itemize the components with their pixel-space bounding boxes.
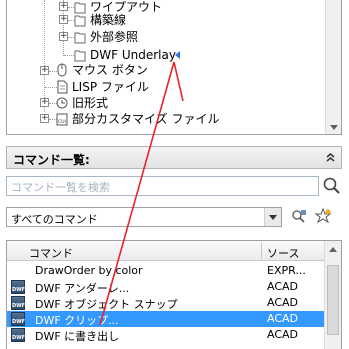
column-header-source[interactable]: ソース (267, 245, 299, 261)
command-list-header: コマンド一覧: (6, 146, 342, 169)
table-row[interactable]: DrawOrder by color EXPR... (7, 263, 326, 279)
blank-icon (11, 264, 25, 278)
search-icon[interactable] (322, 176, 342, 196)
customization-tree[interactable]: + ワイプアウト + 構築線 + 外部参照 DWF Underlay + マウス… (6, 0, 342, 135)
column-header-command[interactable]: コマンド (29, 245, 73, 261)
expand-toggle[interactable]: + (59, 2, 68, 11)
command-source: ACAD (267, 328, 299, 341)
dwf-icon: DWF (11, 280, 25, 294)
lisp-file-icon (57, 80, 68, 94)
pointer-marker-icon (175, 51, 180, 59)
folder-icon (74, 15, 86, 27)
command-source: EXPR... (267, 264, 306, 277)
command-source: ACAD (267, 280, 299, 293)
command-source: ACAD (267, 296, 299, 309)
command-list[interactable]: コマンド ソース DrawOrder by color EXPR... DWF … (6, 240, 342, 349)
table-row-selected[interactable]: DWF DWF クリップ... ACAD (7, 311, 326, 327)
tree-item-label[interactable]: 構築線 (90, 13, 126, 27)
table-row[interactable]: DWF DWF に書き出し ACAD (7, 327, 326, 343)
clock-icon (56, 97, 68, 109)
filter-value: すべてのコマンド (11, 213, 98, 226)
list-scrollbar[interactable] (324, 241, 341, 349)
svg-text:CUI: CUI (58, 119, 66, 125)
command-name: DWF に書き出し (35, 330, 120, 343)
table-row[interactable]: DWF DWF オブジェクト スナップ ACAD (7, 295, 326, 311)
folder-icon (74, 2, 86, 14)
scroll-down-icon[interactable] (330, 125, 338, 130)
tree-item-label[interactable]: ワイプアウト (90, 0, 162, 14)
find-command-icon[interactable] (289, 207, 309, 227)
scroll-up-icon[interactable] (329, 247, 337, 252)
command-name: DWF アンダーレ... (35, 282, 130, 295)
tree-item-label[interactable]: 部分カスタマイズ ファイル (72, 112, 219, 126)
column-divider[interactable] (261, 243, 262, 259)
tree-item-label-dwf-underlay[interactable]: DWF Underlay (90, 48, 176, 62)
panel-title: コマンド一覧: (13, 153, 90, 167)
command-name: DrawOrder by color (35, 264, 143, 277)
chevron-down-icon (269, 215, 277, 220)
tree-item-label[interactable]: 旧形式 (72, 96, 108, 110)
list-header: コマンド ソース (7, 241, 326, 261)
command-filter-select[interactable]: すべてのコマンド (6, 207, 282, 227)
scrollbar-thumb[interactable] (327, 265, 339, 335)
tree-item-label[interactable]: マウス ボタン (72, 63, 148, 77)
tree-item-label[interactable]: 外部参照 (90, 30, 138, 44)
new-command-icon[interactable] (313, 207, 333, 227)
expand-toggle[interactable]: + (59, 32, 68, 41)
expand-toggle[interactable]: + (40, 114, 49, 123)
command-name: DWF クリップ... (35, 314, 119, 327)
collapse-panel-icon[interactable] (324, 151, 337, 164)
expand-toggle[interactable]: + (59, 15, 68, 24)
dropdown-button[interactable] (264, 208, 281, 226)
dwf-icon: DWF (11, 296, 25, 310)
expand-toggle[interactable]: + (40, 66, 49, 75)
dwf-icon: DWF (11, 312, 25, 326)
command-name: DWF オブジェクト スナップ (35, 298, 178, 311)
folder-icon (74, 32, 86, 44)
folder-icon (74, 50, 86, 62)
command-source: ACAD (267, 312, 299, 325)
table-row[interactable]: DWF DWF アンダーレ... ACAD (7, 279, 326, 295)
mouse-icon (57, 63, 67, 77)
tree-item-label[interactable]: LISP ファイル (72, 80, 149, 94)
dwf-icon: DWF (11, 328, 25, 342)
expand-toggle[interactable]: + (40, 98, 49, 107)
search-input[interactable]: コマンド一覧を検索 (6, 176, 319, 196)
tree-scrollbar[interactable] (325, 0, 341, 134)
cui-file-icon: CUI (56, 113, 68, 126)
search-placeholder: コマンド一覧を検索 (11, 181, 110, 194)
